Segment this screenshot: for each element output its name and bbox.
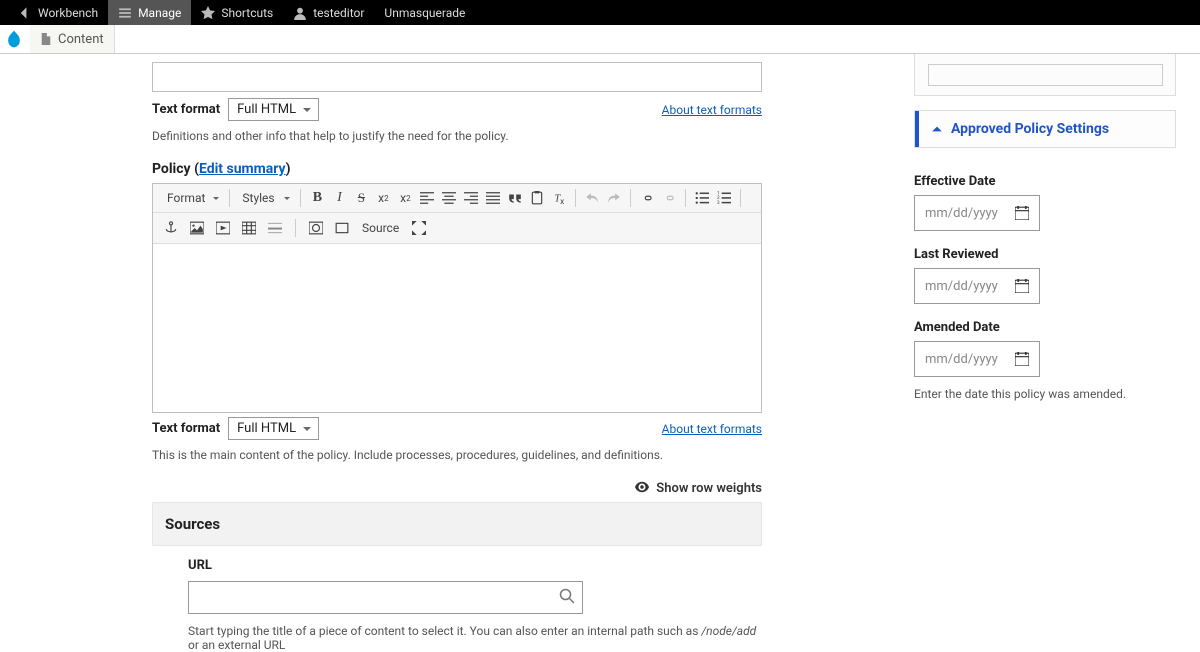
hamburger-icon: [118, 6, 132, 20]
admin-toolbar: Workbench Manage Shortcuts testeditor Un…: [0, 0, 1200, 25]
approved-policy-panel: Approved Policy Settings: [914, 110, 1176, 148]
unlink-button[interactable]: [659, 188, 679, 208]
calendar-icon: [1015, 279, 1029, 293]
about-text-formats-link[interactable]: About text formats: [662, 103, 762, 117]
url-label: URL: [188, 558, 762, 573]
helptext-policy: This is the main content of the policy. …: [152, 448, 762, 462]
url-input[interactable]: [188, 581, 583, 614]
subscript-button[interactable]: x2: [395, 188, 415, 208]
text-format-select[interactable]: Full HTML: [228, 98, 319, 121]
strike-button[interactable]: S: [351, 188, 371, 208]
approved-policy-toggle[interactable]: Approved Policy Settings: [915, 111, 1175, 147]
sources-header: Sources: [152, 502, 762, 546]
sub-toolbar: Content: [0, 25, 1200, 54]
effective-date-input[interactable]: mm/dd/yyyy: [914, 195, 1040, 231]
ckeditor-toolbar: Format Styles B I S x2 x2 Tx: [153, 184, 761, 213]
superscript-button[interactable]: x2: [373, 188, 393, 208]
right-sidebar: Approved Policy Settings Effective Date …: [914, 54, 1176, 415]
amended-date-input[interactable]: mm/dd/yyyy: [914, 341, 1040, 377]
ckeditor-toolbar-row2: Source: [153, 213, 761, 244]
media-button[interactable]: [213, 218, 233, 238]
effective-date-label: Effective Date: [914, 174, 1176, 189]
toolbar-item-shortcuts[interactable]: Shortcuts: [191, 0, 283, 25]
align-right-button[interactable]: [461, 188, 481, 208]
edit-summary-link[interactable]: Edit summary: [199, 161, 286, 177]
toolbar-label: Shortcuts: [221, 6, 273, 20]
svg-text:x: x: [561, 196, 565, 205]
paste-button[interactable]: [527, 188, 547, 208]
url-helptext: Start typing the title of a piece of con…: [188, 624, 762, 652]
remove-format-button[interactable]: Tx: [549, 188, 569, 208]
blockquote-button[interactable]: [505, 188, 525, 208]
star-icon: [201, 6, 215, 20]
hr-button[interactable]: [265, 218, 285, 238]
bold-button[interactable]: B: [307, 188, 327, 208]
sources-body: URL Start typing the title of a piece of…: [152, 546, 762, 652]
source-label[interactable]: Source: [358, 221, 403, 235]
maximize-button[interactable]: [409, 218, 429, 238]
table-button[interactable]: [239, 218, 259, 238]
toolbar-label: testeditor: [313, 6, 364, 20]
drupal-logo-icon: [4, 29, 24, 49]
text-format-label: Text format: [152, 102, 220, 117]
align-justify-button[interactable]: [483, 188, 503, 208]
eye-icon: [635, 480, 649, 494]
calendar-icon: [1015, 206, 1029, 220]
align-center-button[interactable]: [439, 188, 459, 208]
ckeditor-body[interactable]: [153, 244, 761, 412]
image-button[interactable]: [187, 218, 207, 238]
chevron-up-icon: [931, 123, 943, 135]
policy-field-label: Policy (Edit summary): [152, 161, 762, 177]
link-button[interactable]: [637, 188, 657, 208]
align-left-button[interactable]: [417, 188, 437, 208]
show-row-weights-toggle[interactable]: Show row weights: [152, 480, 762, 496]
svg-text:3: 3: [717, 200, 720, 205]
toolbar-item-workbench[interactable]: Workbench: [8, 0, 108, 25]
sidebar-prev-panel: [914, 54, 1176, 96]
subbar-label: Content: [58, 32, 104, 47]
amended-date-label: Amended Date: [914, 320, 1176, 335]
helptext-definitions: Definitions and other info that help to …: [152, 129, 762, 143]
toolbar-label: Workbench: [38, 6, 98, 20]
italic-button[interactable]: I: [329, 188, 349, 208]
amended-date-help: Enter the date this policy was amended.: [914, 387, 1176, 401]
toolbar-label: Manage: [138, 6, 181, 20]
toolbar-item-manage[interactable]: Manage: [108, 0, 191, 25]
sidebar-prev-input[interactable]: [928, 64, 1163, 86]
file-icon: [40, 33, 52, 45]
toolbar-item-unmasquerade[interactable]: Unmasquerade: [374, 0, 475, 25]
about-text-formats-link-2[interactable]: About text formats: [662, 422, 762, 436]
search-icon[interactable]: [559, 588, 575, 608]
redo-button[interactable]: [604, 188, 624, 208]
main-content: Text format Full HTML About text formats…: [152, 54, 762, 652]
cke-format-dropdown[interactable]: Format: [161, 189, 223, 207]
last-reviewed-input[interactable]: mm/dd/yyyy: [914, 268, 1040, 304]
last-reviewed-label: Last Reviewed: [914, 247, 1176, 262]
anchor-button[interactable]: [161, 218, 181, 238]
toolbar-item-user[interactable]: testeditor: [283, 0, 374, 25]
bulleted-list-button[interactable]: [692, 188, 712, 208]
iframe-button[interactable]: [306, 218, 326, 238]
ckeditor-policy: Format Styles B I S x2 x2 Tx: [152, 183, 762, 413]
source-button[interactable]: [332, 218, 352, 238]
undo-button[interactable]: [582, 188, 602, 208]
toolbar-label: Unmasquerade: [384, 6, 465, 20]
user-icon: [293, 6, 307, 20]
text-format-label-2: Text format: [152, 421, 220, 436]
editor-body-prev[interactable]: [152, 62, 762, 92]
text-format-select-2[interactable]: Full HTML: [228, 417, 319, 440]
subbar-item-content[interactable]: Content: [30, 25, 115, 53]
numbered-list-button[interactable]: 123: [714, 188, 734, 208]
chevron-left-icon: [18, 6, 32, 20]
calendar-icon: [1015, 352, 1029, 366]
cke-styles-dropdown[interactable]: Styles: [236, 189, 294, 207]
